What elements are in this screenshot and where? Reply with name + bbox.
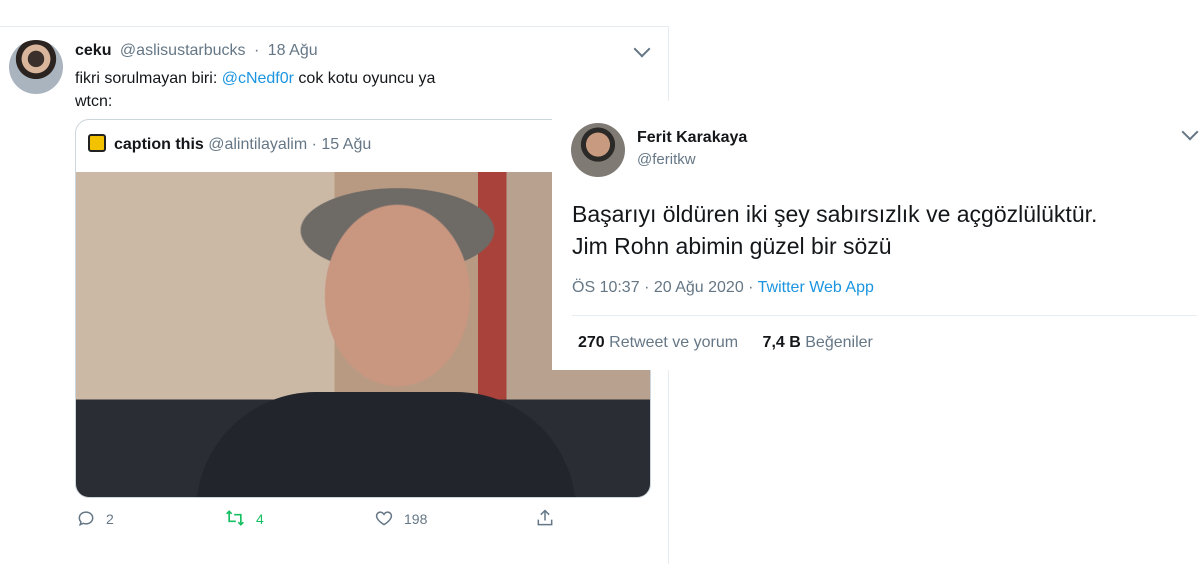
right-text-line1: Başarıyı öldüren iki şey sabırsızlık ve …	[572, 201, 1098, 227]
tweet-date[interactable]: 18 Ağu	[268, 42, 318, 59]
right-tweet-text: Başarıyı öldüren iki şey sabırsızlık ve …	[572, 198, 1182, 262]
right-author-handle[interactable]: @feritkw	[637, 151, 696, 168]
reply-icon	[78, 511, 94, 526]
text-line2: wtcn:	[75, 93, 113, 110]
avatar-ceku[interactable]	[9, 40, 63, 94]
like-icon	[375, 511, 393, 526]
text-prefix: fikri sorulmayan biri:	[75, 70, 222, 87]
left-tweet-header: ceku @aslisustarbucks · 18 Ağu	[75, 42, 322, 60]
reply-button[interactable]: 2	[76, 508, 114, 528]
retweet-stat-count[interactable]: 270	[578, 334, 605, 351]
left-tweet-text: fikri sorulmayan biri: @cNedf0r cok kotu…	[75, 67, 635, 113]
author-name[interactable]: ceku	[75, 42, 111, 59]
like-stat-label[interactable]: Beğeniler	[805, 334, 873, 351]
quoted-author-name: caption this	[114, 136, 204, 153]
retweet-stat-label[interactable]: Retweet ve yorum	[609, 334, 738, 351]
separator: ·	[254, 42, 260, 59]
quoted-date: 15 Ağu	[321, 136, 372, 153]
separator: ·	[644, 279, 650, 296]
tweet-source-link[interactable]: Twitter Web App	[758, 279, 874, 296]
reply-count: 2	[106, 511, 114, 527]
text-suffix: cok kotu oyuncu ya	[293, 70, 436, 87]
retweet-count: 4	[256, 511, 264, 527]
avatar-ferit-karakaya[interactable]	[571, 123, 625, 177]
like-count: 198	[404, 511, 428, 527]
right-tweet-meta: ÖS 10:37 · 20 Ağu 2020 · Twitter Web App	[572, 279, 874, 297]
quoted-tweet-header: caption this @alintilayalim · 15 Ağu	[88, 134, 371, 154]
right-text-line2: Jim Rohn abimin güzel bir sözü	[572, 233, 892, 259]
mention-link[interactable]: @cNedf0r	[222, 70, 294, 87]
share-icon	[537, 509, 553, 526]
photo-shirt	[196, 392, 576, 497]
retweet-button[interactable]: 4	[224, 508, 264, 528]
separator: ·	[311, 136, 317, 153]
quoted-author-handle: @alintilayalim	[208, 136, 308, 153]
author-handle[interactable]: @aslisustarbucks	[120, 42, 246, 59]
tweet-actions: 2 4 198	[0, 508, 668, 530]
retweet-icon	[226, 510, 244, 526]
right-author-name[interactable]: Ferit Karakaya	[637, 129, 747, 147]
tweet-date[interactable]: 20 Ağu 2020	[654, 279, 744, 296]
share-button[interactable]	[535, 508, 565, 528]
like-button[interactable]: 198	[374, 508, 427, 528]
right-tweet-stats: 270 Retweet ve yorum 7,4 B Beğeniler	[578, 334, 893, 352]
like-stat-count[interactable]: 7,4 B	[763, 334, 801, 351]
caption-this-avatar-icon	[88, 134, 106, 152]
tweet-time[interactable]: ÖS 10:37	[572, 279, 640, 296]
divider	[572, 315, 1197, 316]
separator: ·	[748, 279, 754, 296]
